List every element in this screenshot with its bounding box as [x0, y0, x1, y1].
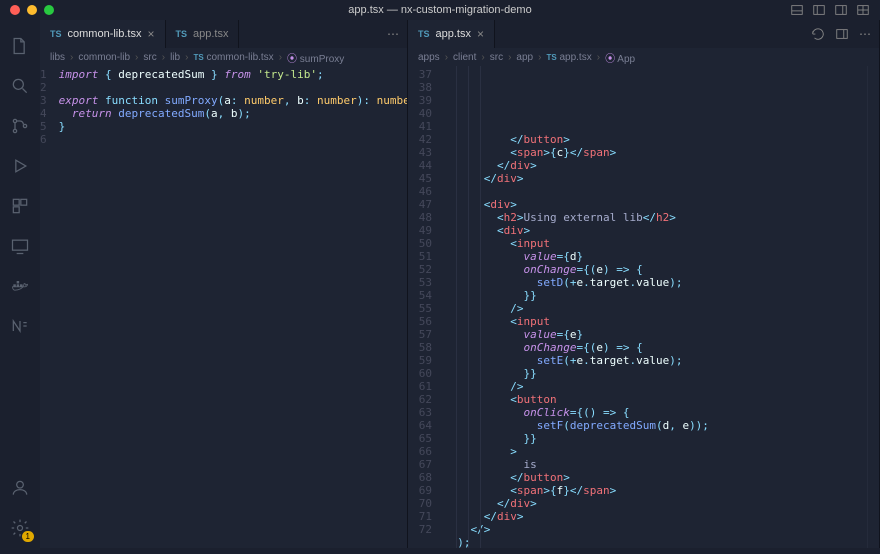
code-line[interactable]: </div> — [444, 159, 867, 172]
breadcrumb-segment[interactable]: ⦿ sumProxy — [287, 50, 344, 65]
breadcrumb-segment[interactable]: client — [453, 52, 476, 63]
code-editor-left[interactable]: 123456 import { deprecatedSum } from 'tr… — [40, 66, 407, 548]
code-line[interactable]: is — [444, 458, 867, 471]
breadcrumb-segment[interactable]: app — [516, 52, 533, 63]
titlebar: app.tsx — nx-custom-migration-demo — [0, 0, 880, 20]
close-icon[interactable]: × — [147, 27, 154, 41]
breadcrumbs-left[interactable]: libs›common-lib›src›lib›TS common-lib.ts… — [40, 48, 407, 66]
tab-app-left[interactable]: TS app.tsx — [166, 20, 240, 48]
code-line[interactable]: import { deprecatedSum } from 'try-lib'; — [59, 68, 407, 81]
window-title: app.tsx — nx-custom-migration-demo — [0, 4, 880, 16]
code-line[interactable]: export function sumProxy(a: number, b: n… — [59, 94, 407, 107]
breadcrumb-segment[interactable]: libs — [50, 52, 65, 63]
code-line[interactable]: <div> — [444, 198, 867, 211]
breadcrumb-segment[interactable]: common-lib — [78, 52, 130, 63]
tab-app-right[interactable]: TS app.tsx × — [408, 20, 495, 48]
account-icon[interactable] — [0, 468, 40, 508]
ts-icon: TS — [50, 29, 62, 39]
layout-controls — [790, 3, 870, 17]
scm-icon[interactable] — [0, 106, 40, 146]
breadcrumb-segment[interactable]: src — [490, 52, 503, 63]
code-line[interactable]: /> — [444, 380, 867, 393]
code-line[interactable]: return deprecatedSum(a, b); — [59, 107, 407, 120]
minimize-window-icon[interactable] — [27, 5, 37, 15]
maximize-window-icon[interactable] — [44, 5, 54, 15]
nx-icon[interactable] — [0, 306, 40, 346]
close-icon[interactable]: × — [477, 27, 484, 41]
code-line[interactable]: </div> — [444, 510, 867, 523]
more-icon[interactable]: ⋯ — [387, 27, 399, 41]
code-line[interactable]: <span>{c}</span> — [444, 146, 867, 159]
breadcrumbs-right[interactable]: apps›client›src›app›TS app.tsx›⦿ App — [408, 48, 879, 66]
code-line[interactable] — [59, 133, 407, 146]
split-icon[interactable] — [835, 27, 849, 41]
tab-label: app.tsx — [193, 28, 228, 40]
sidebar-left-icon[interactable] — [812, 3, 826, 17]
code-line[interactable]: <span>{f}</span> — [444, 484, 867, 497]
tabbar-left: TS common-lib.tsx × TS app.tsx ⋯ — [40, 20, 407, 48]
code-line[interactable]: setF(deprecatedSum(d, e)); — [444, 419, 867, 432]
remote-icon[interactable] — [0, 226, 40, 266]
code-line[interactable]: > — [444, 445, 867, 458]
window-controls — [10, 5, 54, 15]
editor-group-left: TS common-lib.tsx × TS app.tsx ⋯ libs›co… — [40, 20, 408, 548]
code-line[interactable] — [444, 185, 867, 198]
breadcrumb-segment[interactable]: lib — [170, 52, 180, 63]
code-line[interactable]: </div> — [444, 497, 867, 510]
layout-grid-icon[interactable] — [856, 3, 870, 17]
explorer-icon[interactable] — [0, 26, 40, 66]
gutter: 3738394041424344454647484950515253545556… — [408, 66, 444, 548]
code-line[interactable]: onClick={() => { — [444, 406, 867, 419]
breadcrumb-segment[interactable]: TS app.tsx — [546, 52, 591, 63]
sidebar-right-icon[interactable] — [834, 3, 848, 17]
code-line[interactable]: <input — [444, 237, 867, 250]
panel-layout-icon[interactable] — [790, 3, 804, 17]
code-line[interactable]: </button> — [444, 133, 867, 146]
breadcrumb-segment[interactable]: TS common-lib.tsx — [193, 52, 273, 63]
code-line[interactable]: /> — [444, 302, 867, 315]
tab-label: app.tsx — [436, 28, 471, 40]
breadcrumb-segment[interactable]: src — [143, 52, 156, 63]
breadcrumb-segment[interactable]: apps — [418, 52, 440, 63]
code-line[interactable]: </button> — [444, 471, 867, 484]
code-line[interactable]: setE(+e.target.value); — [444, 354, 867, 367]
extensions-icon[interactable] — [0, 186, 40, 226]
ts-icon: TS — [418, 29, 430, 39]
code-line[interactable]: value={d} — [444, 250, 867, 263]
more-icon[interactable]: ⋯ — [859, 27, 871, 41]
settings-icon[interactable] — [0, 508, 40, 548]
run-debug-icon[interactable] — [0, 146, 40, 186]
statusbar — [0, 548, 880, 554]
code-line[interactable]: } — [59, 120, 407, 133]
tab-label: common-lib.tsx — [68, 28, 142, 40]
ts-icon: TS — [176, 29, 188, 39]
code-line[interactable]: ); — [444, 536, 867, 548]
code-line[interactable]: }} — [444, 432, 867, 445]
code-line[interactable] — [59, 81, 407, 94]
code-line[interactable]: onChange={(e) => { — [444, 341, 867, 354]
code-line[interactable]: }} — [444, 289, 867, 302]
breadcrumb-segment[interactable]: ⦿ App — [605, 50, 635, 65]
code-line[interactable]: <div> — [444, 224, 867, 237]
code-line[interactable]: <input — [444, 315, 867, 328]
code-editor-right[interactable]: 3738394041424344454647484950515253545556… — [408, 66, 879, 548]
code-line[interactable]: setD(+e.target.value); — [444, 276, 867, 289]
code-line[interactable]: value={e} — [444, 328, 867, 341]
tab-common-lib[interactable]: TS common-lib.tsx × — [40, 20, 166, 48]
minimap[interactable] — [867, 66, 879, 548]
history-icon[interactable] — [811, 27, 825, 41]
search-icon[interactable] — [0, 66, 40, 106]
activity-bar — [0, 20, 40, 548]
tabbar-right: TS app.tsx × ⋯ — [408, 20, 879, 48]
code-line[interactable]: <button — [444, 393, 867, 406]
code-line[interactable]: <h2>Using external lib</h2> — [444, 211, 867, 224]
code-line[interactable]: onChange={(e) => { — [444, 263, 867, 276]
code-line[interactable]: </div> — [444, 172, 867, 185]
gutter: 123456 — [40, 66, 59, 548]
code-line[interactable]: </> — [444, 523, 867, 536]
docker-icon[interactable] — [0, 266, 40, 306]
code-line[interactable]: }} — [444, 367, 867, 380]
close-window-icon[interactable] — [10, 5, 20, 15]
editor-group-right: TS app.tsx × ⋯ apps›client›src›app›TS ap… — [408, 20, 880, 548]
